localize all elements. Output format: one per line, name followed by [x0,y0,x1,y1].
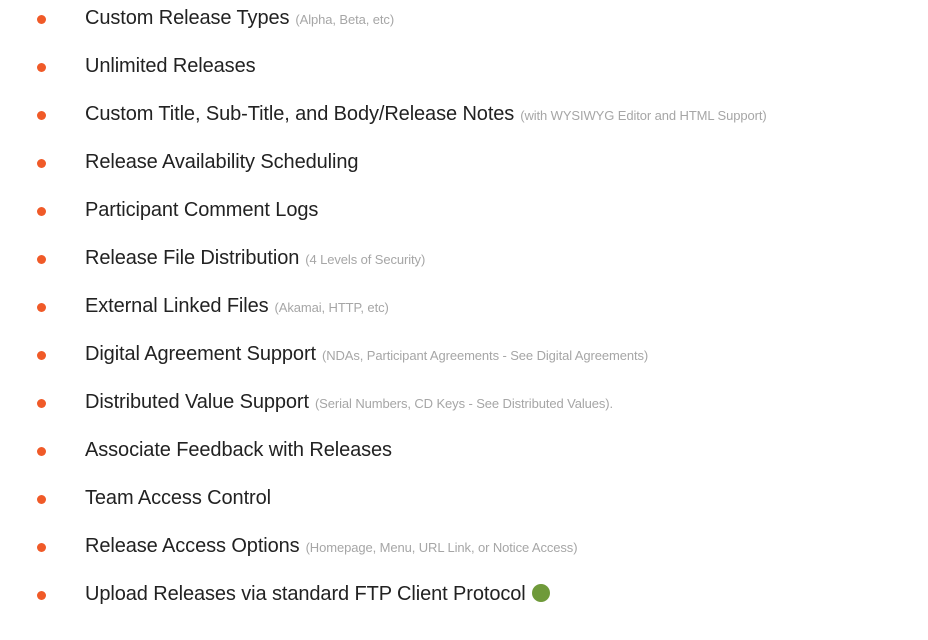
feature-note: (Homepage, Menu, URL Link, or Notice Acc… [305,540,578,555]
bullet-icon [37,447,46,456]
feature-title: Release Availability Scheduling [85,151,358,174]
bullet-icon [37,495,46,504]
bullet-icon [37,591,46,600]
feature-title-text: Release File Distribution [85,247,300,269]
feature-title-text: Team Access Control [85,487,271,509]
feature-note: (Alpha, Beta, etc) [295,12,395,27]
feature-title-text: Custom Release Types [85,7,290,29]
bullet-icon [37,15,46,24]
feature-title-text: Release Access Options [85,535,300,557]
feature-note: (Akamai, HTTP, etc) [274,300,389,315]
feature-title-text: Unlimited Releases [85,55,256,77]
bullet-icon [37,399,46,408]
feature-title-text: Release Availability Scheduling [85,151,359,173]
feature-title-text: Participant Comment Logs [85,199,319,221]
feature-title: Associate Feedback with Releases [85,439,392,462]
feature-title-text: Custom Title, Sub-Title, and Body/Releas… [85,103,515,125]
feature-title: Digital Agreement Support (NDAs, Particip… [85,343,648,366]
feature-title-text: Distributed Value Support [85,391,309,413]
feature-title-text: Upload Releases via standard FTP Client … [85,583,526,605]
feature-note: (with WYSIWYG Editor and HTML Support) [520,108,767,123]
feature-title: Unlimited Releases [85,55,256,78]
feature-note: (NDAs, Participant Agreements - See Digi… [321,348,649,363]
bullet-icon [37,63,46,72]
feature-title-text: External Linked Files [85,295,269,317]
bullet-icon [37,255,46,264]
feature-title: Custom Release Types (Alpha, Beta, etc) [85,7,394,30]
bullet-icon [37,303,46,312]
bullet-icon [37,111,46,120]
feature-note: (Serial Numbers, CD Keys - See Distribut… [314,396,614,411]
feature-title: Distributed Value Support (Serial Numbers… [85,391,613,414]
bullet-icon [37,543,46,552]
feature-title: Upload Releases via standard FTP Client … [85,583,550,606]
feature-title-text: Associate Feedback with Releases [85,439,392,461]
feature-title: Custom Title, Sub-Title, and Body/Releas… [85,103,767,126]
green-circle-icon [531,584,550,602]
feature-title: Participant Comment Logs [85,199,318,222]
bullet-icon [37,159,46,168]
feature-title: Release File Distribution (4 Levels of Se… [85,247,425,270]
feature-title: Release Access Options (Homepage, Menu, U… [85,535,578,558]
bullet-icon [37,207,46,216]
feature-note: (4 Levels of Security) [305,252,426,267]
feature-title: Team Access Control [85,487,271,510]
feature-title: External Linked Files (Akamai, HTTP, etc) [85,295,389,318]
bullet-icon [37,351,46,360]
feature-title-text: Digital Agreement Support [85,343,316,365]
